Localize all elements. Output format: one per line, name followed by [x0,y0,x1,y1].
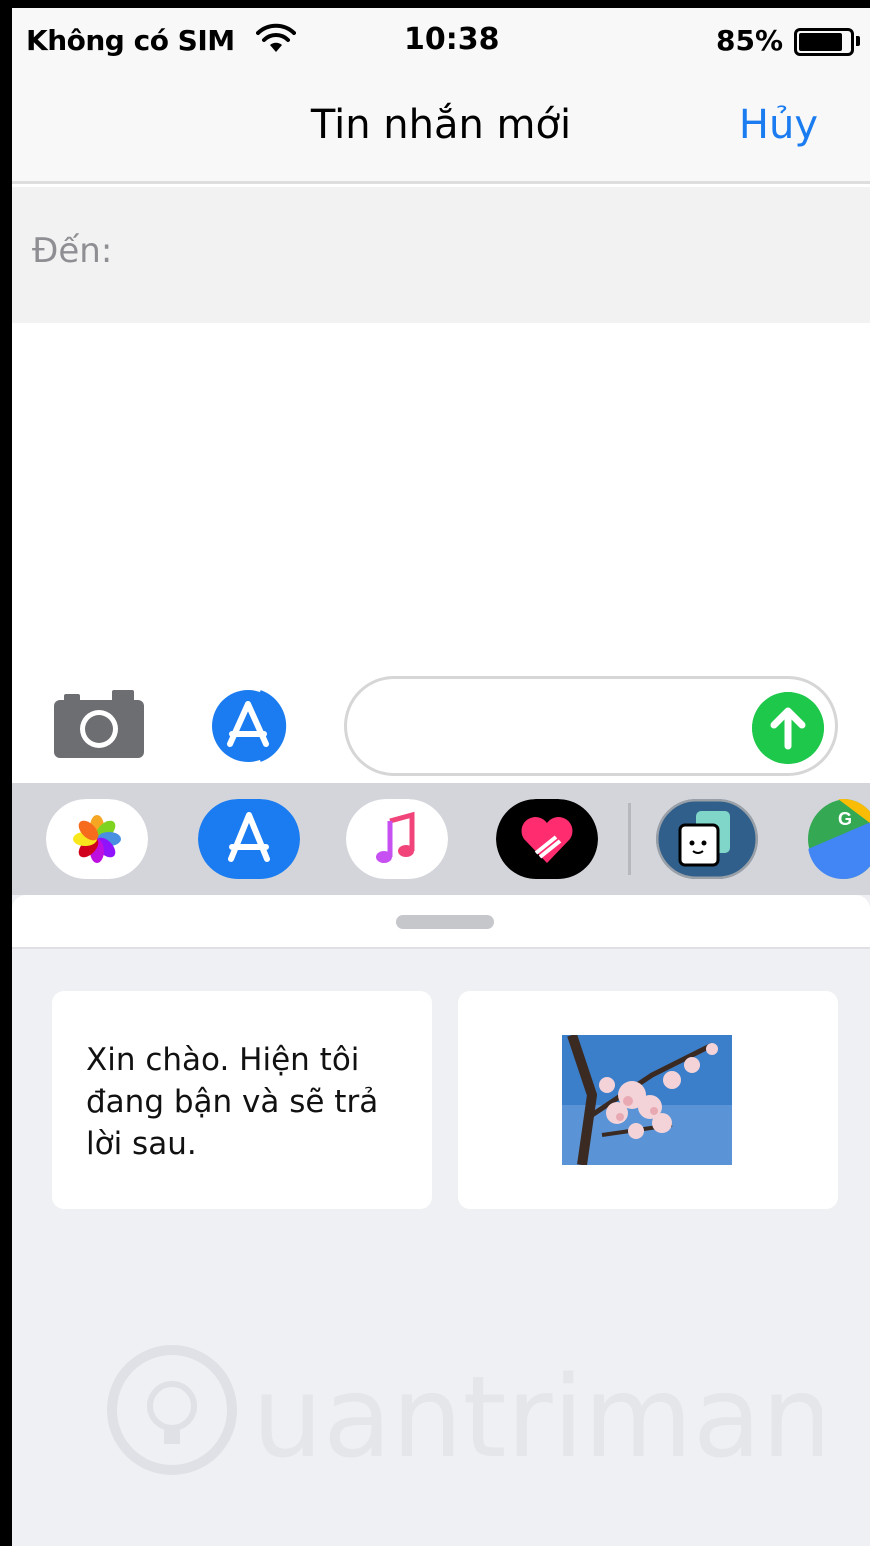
battery-percent: 85% [716,24,784,57]
recipient-label: Đến: [32,231,113,271]
navigation-bar: Tin nhắn mới Hủy [12,72,870,184]
carrier-label: Không có SIM [26,24,235,57]
camera-icon[interactable] [54,690,144,758]
watermark-text: uantrimang [252,1353,822,1478]
send-button-icon[interactable] [752,692,824,764]
clock: 10:38 [404,22,500,57]
text-suggestion: Xin chào. Hiện tôi đang bận và sẽ trả lờ… [86,1042,379,1162]
digital-touch-icon[interactable] [496,799,598,879]
recipient-field[interactable]: Đến: [12,187,870,323]
photo-suggestion-card[interactable] [458,991,838,1209]
message-history-area [12,323,870,668]
svg-text:G: G [838,809,852,829]
watermark-logo: uantrimang [107,1345,822,1478]
status-bar: Không có SIM 10:38 85% [12,8,870,72]
cherry-blossom-photo [562,1035,732,1165]
panel-header [12,895,870,949]
wifi-icon [256,23,296,52]
text-suggestion-card[interactable]: Xin chào. Hiện tôi đang bận và sẽ trả lờ… [52,991,432,1209]
stickers-icon[interactable] [656,799,758,879]
music-icon[interactable] [346,799,448,879]
google-maps-icon[interactable]: G [808,799,870,879]
battery-tip [856,36,860,46]
app-store-button-icon[interactable] [202,688,300,764]
app-drawer: G [12,783,870,895]
drawer-divider [628,803,631,875]
drag-handle[interactable] [396,915,494,929]
app-store-icon[interactable] [198,799,300,879]
battery-icon [794,28,854,56]
phone-screen: Không có SIM 10:38 85% Tin nhắn mới Hủy … [0,0,870,1546]
compose-bar [12,668,870,783]
photos-icon[interactable] [46,799,148,879]
cancel-button[interactable]: Hủy [739,102,818,148]
